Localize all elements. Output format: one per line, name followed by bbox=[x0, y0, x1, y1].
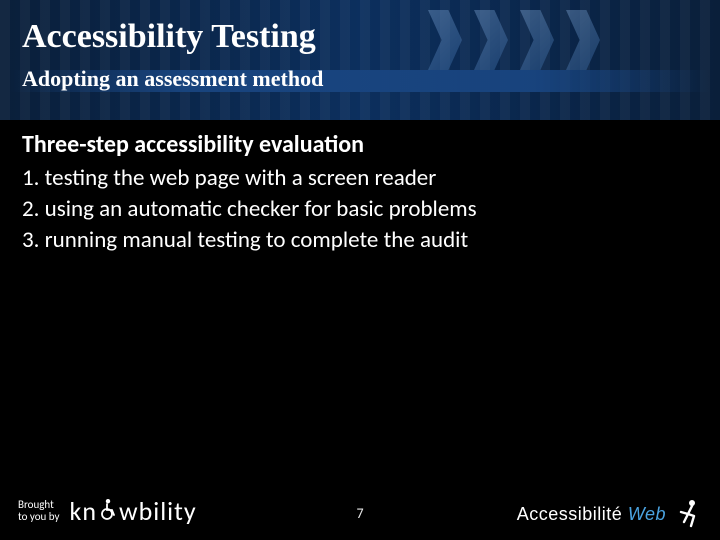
slide-body: Three-step accessibility evaluation 1. t… bbox=[22, 130, 698, 256]
knowbility-logo: kn wbility bbox=[70, 495, 197, 527]
accessibilite-web-logo: Accessibilité Web bbox=[517, 498, 702, 530]
body-heading: Three-step accessibility evaluation bbox=[22, 130, 698, 159]
aw-part2: Web bbox=[628, 504, 666, 524]
step-1: 1. testing the web page with a screen re… bbox=[22, 163, 698, 194]
page-number: 7 bbox=[356, 505, 363, 522]
wheelchair-icon bbox=[97, 498, 119, 520]
slide-subtitle: Adopting an assessment method bbox=[22, 66, 323, 92]
brought-line-2: to you by bbox=[18, 511, 60, 523]
knowbility-suffix: wbility bbox=[119, 495, 197, 527]
aw-part1: Accessibilité bbox=[517, 504, 623, 524]
slide-title: Accessibility Testing bbox=[22, 18, 316, 56]
accessibilite-web-text: Accessibilité Web bbox=[517, 504, 666, 525]
runner-icon bbox=[674, 498, 702, 530]
brought-to-you-by: Brought to you by bbox=[18, 499, 60, 523]
knowbility-prefix: kn bbox=[70, 495, 97, 527]
chevron-decoration bbox=[428, 10, 600, 70]
footer: Brought to you by kn wbility 7 Accessibi… bbox=[0, 482, 720, 540]
step-2: 2. using an automatic checker for basic … bbox=[22, 194, 698, 225]
step-3: 3. running manual testing to complete th… bbox=[22, 225, 698, 256]
